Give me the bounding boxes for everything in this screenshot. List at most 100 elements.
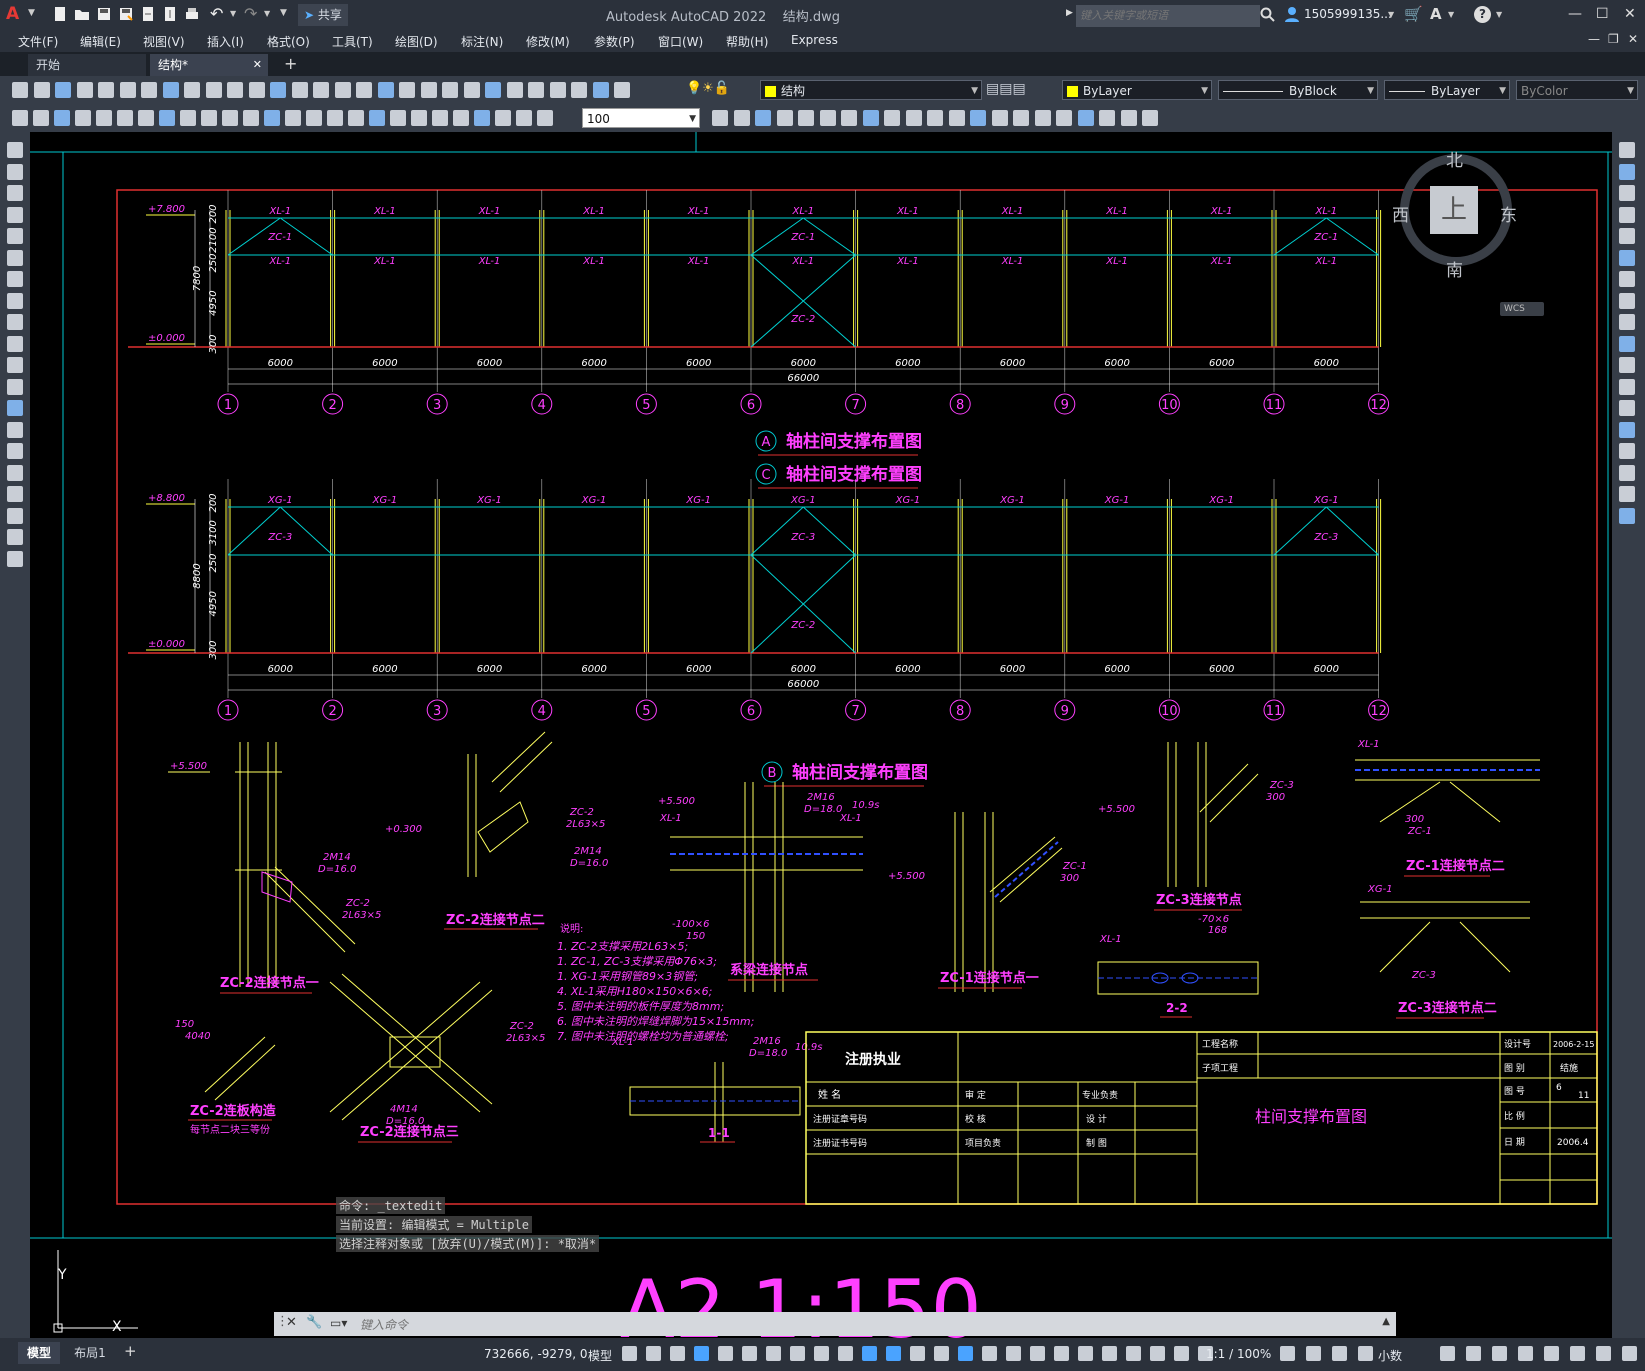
modify-tool-6-icon[interactable] — [819, 110, 836, 126]
close-icon[interactable]: ✕ — [286, 1315, 297, 1330]
std-tool-20-icon[interactable] — [420, 82, 437, 98]
scale-dropdown[interactable]: 100 ▼ — [582, 108, 700, 128]
draw-tool-11-icon[interactable] — [7, 357, 23, 373]
menu-tools[interactable]: 工具(T) — [332, 33, 373, 50]
modify-tool-20-icon[interactable] — [1120, 110, 1137, 126]
modify-tool-18-icon[interactable] — [1619, 507, 1635, 524]
draw-tool-18-icon[interactable] — [7, 507, 23, 524]
dim-tool-15-icon[interactable] — [306, 110, 322, 126]
modify-tool-2-icon[interactable] — [1619, 163, 1635, 180]
viewcube-south[interactable]: 南 — [1446, 256, 1463, 281]
share-button[interactable]: ➤ 共享 — [298, 4, 348, 26]
dim-tool-10-icon[interactable] — [201, 110, 217, 126]
status-toggle-6-icon[interactable] — [742, 1346, 757, 1361]
status-toggle-26-icon[interactable] — [1280, 1346, 1295, 1361]
modify-tool-1-icon[interactable] — [1619, 142, 1635, 158]
minimize-icon[interactable]: — — [1568, 6, 1582, 22]
dim-tool-8-icon[interactable] — [159, 110, 175, 126]
modify-tool-4-icon[interactable] — [776, 110, 793, 126]
tab-structure[interactable]: 结构* ✕ — [150, 54, 268, 76]
menu-format[interactable]: 格式(O) — [267, 33, 310, 50]
status-toggle-4-icon[interactable] — [694, 1346, 709, 1361]
undo-icon[interactable]: ↶ — [210, 4, 223, 23]
status-toggle-7-icon[interactable] — [766, 1346, 781, 1361]
modify-tool-21-icon[interactable] — [1142, 110, 1158, 126]
modify-tool-9-icon[interactable] — [1619, 314, 1635, 330]
model-space-toggle[interactable]: 模型 — [588, 1347, 612, 1364]
chevron-down-icon[interactable]: ▼ — [28, 8, 35, 18]
dim-tool-5-icon[interactable] — [96, 110, 112, 126]
modify-tool-6-icon[interactable] — [1619, 249, 1635, 266]
dim-tool-25-icon[interactable] — [516, 110, 532, 126]
wcs-button[interactable]: WCS — [1500, 302, 1544, 316]
dim-tool-2-icon[interactable] — [33, 110, 49, 126]
status-toggle-32-icon[interactable] — [1492, 1346, 1507, 1361]
save-icon[interactable] — [96, 6, 112, 22]
status-toggle-17-icon[interactable] — [1006, 1346, 1021, 1361]
modify-tool-8-icon[interactable] — [1619, 292, 1635, 309]
modify-tool-12-icon[interactable] — [948, 110, 965, 126]
viewcube-west[interactable]: 西 — [1392, 201, 1409, 226]
modify-tool-3-icon[interactable] — [1619, 185, 1635, 201]
status-toggle-36-icon[interactable] — [1596, 1346, 1611, 1361]
add-layout-icon[interactable]: + — [124, 1342, 137, 1360]
std-tool-7-icon[interactable] — [141, 82, 157, 98]
status-toggle-5-icon[interactable] — [718, 1346, 733, 1361]
modify-tool-13-icon[interactable] — [1619, 400, 1635, 416]
std-tool-2-icon[interactable] — [33, 82, 50, 98]
menu-insert[interactable]: 插入(I) — [207, 33, 244, 50]
status-toggle-21-icon[interactable] — [1102, 1346, 1117, 1361]
app-logo[interactable]: A — [6, 4, 28, 26]
modify-tool-7-icon[interactable] — [1619, 271, 1635, 287]
modify-tool-13-icon[interactable] — [970, 110, 986, 126]
chevron-down-icon[interactable]: ▼ — [1388, 10, 1394, 19]
dim-tool-24-icon[interactable] — [495, 110, 511, 126]
status-toggle-31-icon[interactable] — [1466, 1346, 1481, 1361]
status-toggle-24-icon[interactable] — [1174, 1346, 1189, 1361]
modify-tool-11-icon[interactable] — [927, 110, 943, 126]
dim-tool-3-icon[interactable] — [54, 110, 70, 126]
status-toggle-20-icon[interactable] — [1078, 1346, 1093, 1361]
search-icon[interactable] — [1260, 7, 1276, 23]
std-tool-22-icon[interactable] — [463, 82, 480, 98]
std-tool-29-icon[interactable] — [614, 82, 630, 98]
status-toggle-12-icon[interactable] — [886, 1346, 901, 1361]
std-tool-24-icon[interactable] — [506, 82, 523, 98]
chevron-up-icon[interactable]: ▲ — [1382, 1316, 1390, 1327]
std-tool-9-icon[interactable] — [184, 82, 200, 98]
std-tool-13-icon[interactable] — [270, 82, 286, 98]
std-tool-4-icon[interactable] — [76, 82, 93, 98]
new-tab-icon[interactable]: + — [284, 54, 297, 73]
modify-tool-15-icon[interactable] — [1619, 443, 1635, 459]
dim-tool-9-icon[interactable] — [180, 110, 196, 126]
status-toggle-13-icon[interactable] — [910, 1346, 925, 1361]
modify-tool-17-icon[interactable] — [1619, 486, 1635, 502]
modify-tool-10-icon[interactable] — [1619, 335, 1635, 352]
status-toggle-35-icon[interactable] — [1570, 1346, 1585, 1361]
dim-tool-26-icon[interactable] — [537, 110, 553, 126]
dim-tool-11-icon[interactable] — [222, 110, 238, 126]
status-toggle-1-icon[interactable] — [622, 1346, 637, 1361]
tab-start[interactable]: 开始 — [28, 54, 146, 76]
layer-dropdown[interactable]: 结构 ▼ — [760, 80, 982, 100]
draw-tool-8-icon[interactable] — [7, 292, 23, 309]
expand-icon[interactable]: ▶ — [1066, 8, 1073, 18]
dim-tool-4-icon[interactable] — [75, 110, 91, 126]
chevron-down-icon[interactable]: ▼ — [1448, 10, 1454, 19]
viewcube[interactable]: 上 北 南 西 东 — [1392, 146, 1518, 281]
customize-icon[interactable]: 🔧 — [306, 1315, 322, 1330]
modify-tool-14-icon[interactable] — [1619, 421, 1635, 438]
draw-tool-19-icon[interactable] — [7, 529, 23, 545]
status-toggle-34-icon[interactable] — [1544, 1346, 1559, 1361]
doc-restore-icon[interactable]: ❐ — [1608, 32, 1619, 46]
maximize-icon[interactable]: ☐ — [1596, 6, 1609, 22]
viewcube-east[interactable]: 东 — [1500, 201, 1517, 226]
chevron-down-icon[interactable]: ▼ — [1496, 10, 1502, 19]
std-tool-14-icon[interactable] — [291, 82, 308, 98]
modify-tool-2-icon[interactable] — [733, 110, 750, 126]
dim-tool-13-icon[interactable] — [264, 110, 280, 126]
std-tool-16-icon[interactable] — [334, 82, 351, 98]
std-tool-18-icon[interactable] — [377, 82, 394, 98]
dim-tool-17-icon[interactable] — [348, 110, 364, 126]
status-toggle-37-icon[interactable] — [1622, 1346, 1637, 1361]
